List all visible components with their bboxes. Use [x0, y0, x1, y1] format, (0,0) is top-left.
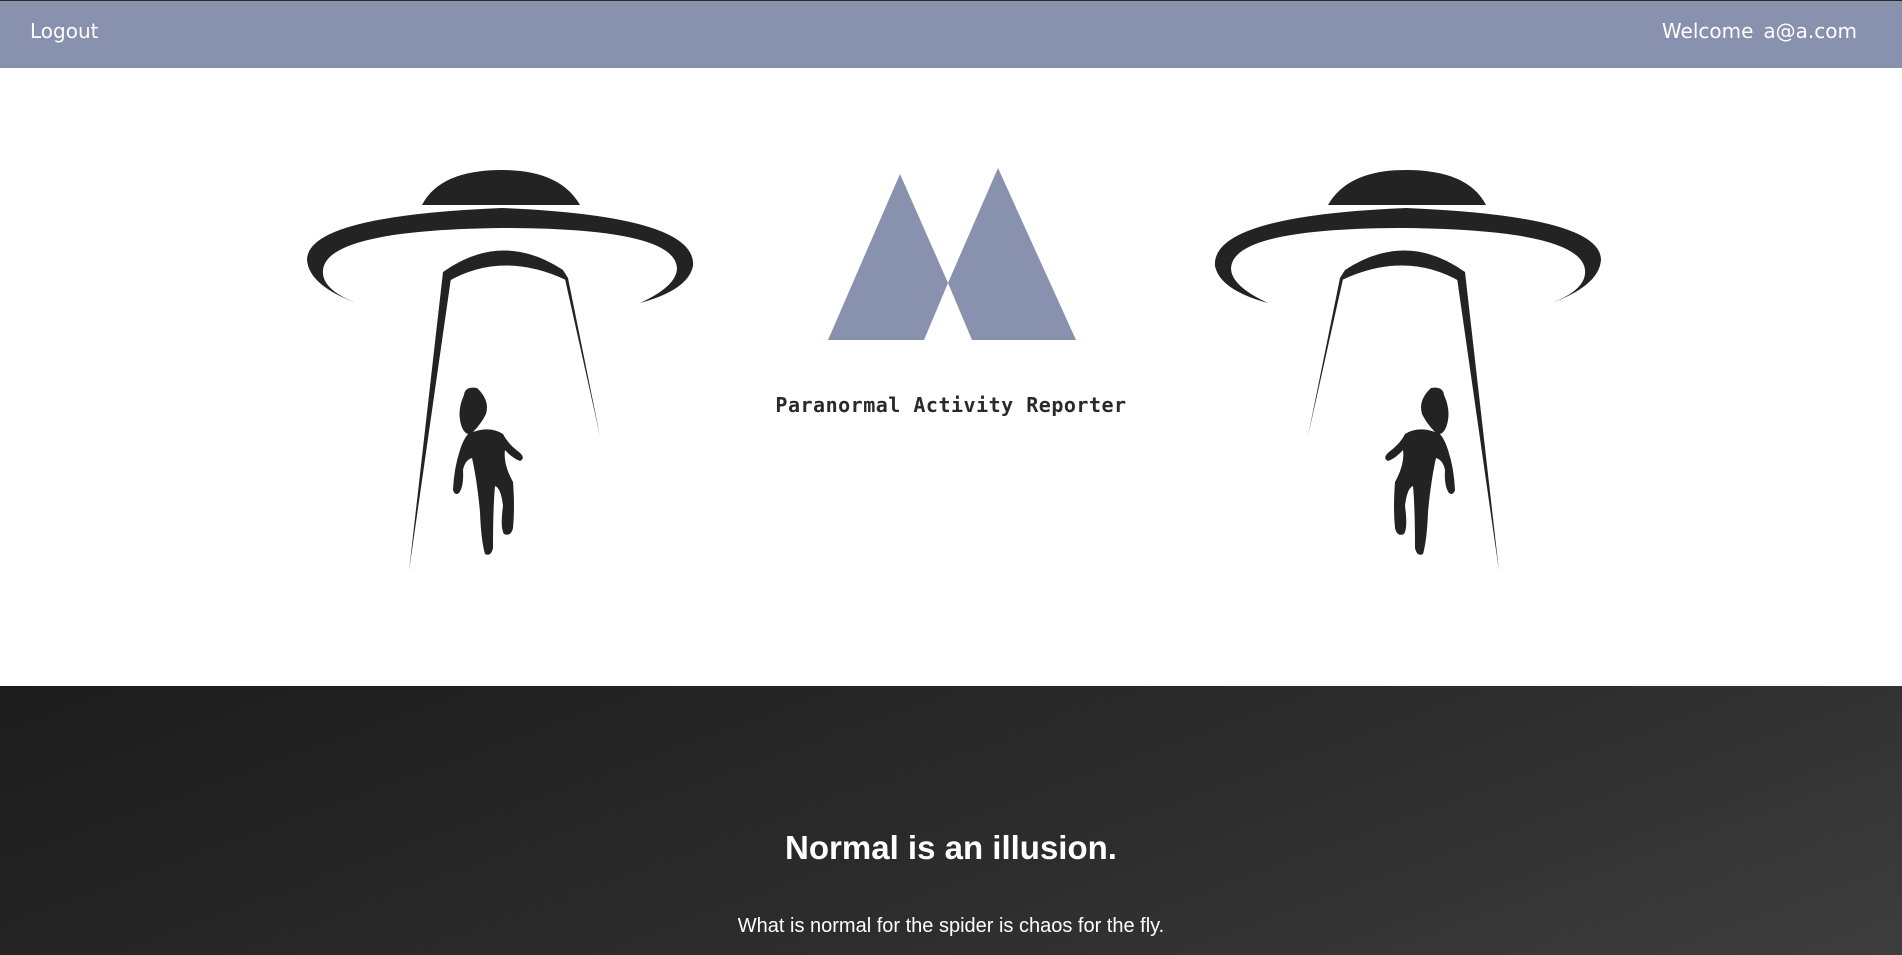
- logout-link[interactable]: Logout: [30, 19, 98, 43]
- logo-peaks-icon: [828, 168, 1076, 340]
- tagline-section: Normal is an illusion. What is normal fo…: [0, 686, 1902, 955]
- top-nav-bar: Logout Welcome a@a.com: [0, 0, 1902, 68]
- hero-banner: Paranormal Activity Reporter: [0, 68, 1902, 686]
- user-email: a@a.com: [1763, 19, 1857, 43]
- tagline-subline: What is normal for the spider is chaos f…: [737, 915, 1165, 937]
- welcome-message: Welcome a@a.com: [1662, 19, 1857, 43]
- brand-title: Paranormal Activity Reporter: [775, 393, 1127, 417]
- tagline-headline: Normal is an illusion.: [785, 829, 1117, 866]
- ufo-abduction-icon: [1214, 170, 1601, 571]
- welcome-label: Welcome: [1661, 19, 1754, 43]
- ufo-abduction-icon: [307, 170, 694, 571]
